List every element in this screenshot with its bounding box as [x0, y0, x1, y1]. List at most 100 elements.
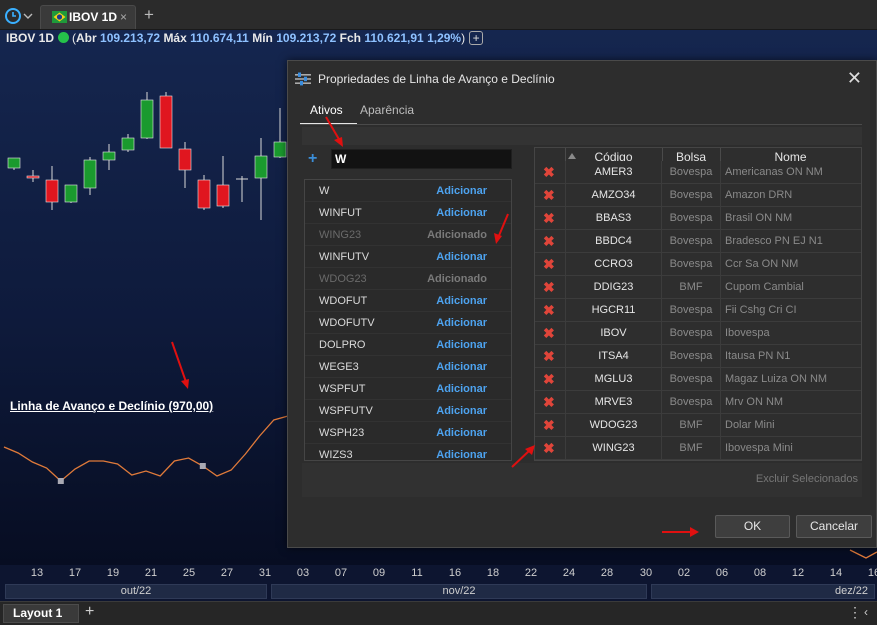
- delete-icon[interactable]: ✖: [543, 302, 555, 318]
- table-row[interactable]: ✖ WDOG23 BMF Dolar Mini: [535, 414, 861, 437]
- table-row[interactable]: ✖ MRVE3 Bovespa Mrv ON NM: [535, 391, 861, 414]
- table-row[interactable]: ✖ DDIG23 BMF Cupom Cambial: [535, 276, 861, 299]
- result-code: WINFUT: [319, 207, 362, 219]
- list-item[interactable]: WEGE3 Adicionar: [305, 356, 511, 378]
- table-row[interactable]: ✖ ITSA4 Bovespa Itausa PN N1: [535, 345, 861, 368]
- layout-tab[interactable]: Layout 1: [3, 604, 79, 623]
- max-value: 110.674,11: [190, 31, 249, 45]
- delete-icon[interactable]: ✖: [543, 187, 555, 203]
- add-button[interactable]: Adicionar: [436, 383, 487, 395]
- table-row[interactable]: ✖ HGCR11 Bovespa Fii Cshg Cri CI: [535, 299, 861, 322]
- cell-bolsa: Bovespa: [669, 235, 713, 247]
- list-item[interactable]: WINFUTV Adicionar: [305, 246, 511, 268]
- delete-icon[interactable]: ✖: [543, 210, 555, 226]
- add-button[interactable]: Adicionar: [436, 405, 487, 417]
- add-indicator-button[interactable]: +: [469, 31, 484, 45]
- axis-day-label: 08: [753, 567, 767, 579]
- chart-symbol: IBOV 1D: [6, 31, 55, 45]
- cell-codigo: IBOV: [565, 322, 662, 344]
- delete-icon[interactable]: ✖: [543, 348, 555, 364]
- delete-icon[interactable]: ✖: [543, 394, 555, 410]
- excluir-selecionados-button[interactable]: Excluir Selecionados: [756, 473, 858, 485]
- list-item[interactable]: W Adicionar: [305, 180, 511, 202]
- add-button[interactable]: Adicionar: [436, 361, 487, 373]
- cell-codigo: BBDC4: [565, 230, 662, 252]
- asset-search-input[interactable]: [331, 149, 512, 169]
- add-layout-icon[interactable]: +: [85, 603, 94, 621]
- table-row[interactable]: ✖ BBAS3 Bovespa Brasil ON NM: [535, 207, 861, 230]
- list-item[interactable]: WSPFUTV Adicionar: [305, 400, 511, 422]
- cell-bolsa: BMF: [679, 419, 703, 431]
- new-tab-icon[interactable]: +: [144, 5, 154, 25]
- list-item[interactable]: WSPFUT Adicionar: [305, 378, 511, 400]
- search-results-list[interactable]: W Adicionar WINFUT Adicionar WING23 Adicionad…: [304, 179, 512, 461]
- table-row[interactable]: ✖ AMZO34 Bovespa Amazon DRN: [535, 184, 861, 207]
- list-item[interactable]: DOLPRO Adicionar: [305, 334, 511, 356]
- assets-grid[interactable]: Código Bolsa Nome ✖ AMER3 Bovespa Americana…: [534, 147, 862, 461]
- clock-icon: [5, 8, 33, 24]
- delete-icon[interactable]: ✖: [543, 279, 555, 295]
- table-row[interactable]: ✖ IBOV Bovespa Ibovespa: [535, 322, 861, 345]
- ad-point-marker: [199, 463, 206, 469]
- tab-ibov-1d[interactable]: IBOV 1D ×: [40, 5, 136, 29]
- ok-button[interactable]: OK: [715, 515, 790, 538]
- tab-ativos[interactable]: Ativos: [310, 103, 343, 117]
- tabs-divider: [300, 124, 862, 125]
- result-code: WSPH23: [319, 427, 365, 439]
- list-item[interactable]: WING23 Adicionado: [305, 224, 511, 246]
- axis-day-label: 02: [677, 567, 691, 579]
- list-item[interactable]: WIZS3 Adicionar: [305, 444, 511, 461]
- table-row[interactable]: ✖ MGLU3 Bovespa Magaz Luiza ON NM: [535, 368, 861, 391]
- ad-point-marker: [57, 478, 64, 484]
- min-label: Mín: [252, 31, 273, 45]
- cell-codigo: CCRO3: [565, 253, 662, 275]
- delete-icon[interactable]: ✖: [543, 371, 555, 387]
- indicator-label[interactable]: Linha de Avanço e Declínio (970,00): [10, 399, 213, 413]
- cell-bolsa: Bovespa: [669, 189, 713, 201]
- add-button[interactable]: Adicionar: [436, 449, 487, 460]
- add-button[interactable]: Adicionar: [436, 207, 487, 219]
- cell-codigo: DDIG23: [565, 276, 662, 298]
- delete-icon[interactable]: ✖: [543, 164, 555, 180]
- delete-icon[interactable]: ✖: [543, 440, 555, 456]
- list-item[interactable]: WSPH23 Adicionar: [305, 422, 511, 444]
- table-row[interactable]: ✖ BBDC4 Bovespa Bradesco PN EJ N1: [535, 230, 861, 253]
- cancel-button[interactable]: Cancelar: [796, 515, 872, 538]
- month-nov: nov/22: [271, 584, 647, 599]
- cell-nome: Bradesco PN EJ N1: [720, 230, 861, 252]
- list-item[interactable]: WDOG23 Adicionado: [305, 268, 511, 290]
- add-button[interactable]: Adicionar: [436, 339, 487, 351]
- add-button[interactable]: Adicionar: [436, 317, 487, 329]
- chevron-left-icon[interactable]: ‹: [864, 605, 868, 619]
- table-row[interactable]: ✖ CCRO3 Bovespa Ccr Sa ON NM: [535, 253, 861, 276]
- table-row[interactable]: ✖ WING23 BMF Ibovespa Mini: [535, 437, 861, 460]
- tab-aparencia[interactable]: Aparência: [360, 103, 414, 117]
- close-icon[interactable]: ✕: [847, 69, 862, 87]
- list-item[interactable]: WDOFUT Adicionar: [305, 290, 511, 312]
- dialog-title: Propriedades de Linha de Avanço e Declín…: [318, 72, 555, 86]
- cell-nome: Fii Cshg Cri CI: [720, 299, 861, 321]
- delete-icon[interactable]: ✖: [543, 256, 555, 272]
- list-item[interactable]: WINFUT Adicionar: [305, 202, 511, 224]
- cell-codigo: ITSA4: [565, 345, 662, 367]
- add-button[interactable]: Adicionar: [436, 251, 487, 263]
- brazil-flag-icon: [52, 11, 67, 23]
- candle-body: [197, 179, 211, 209]
- delete-icon[interactable]: ✖: [543, 325, 555, 341]
- table-row[interactable]: ✖ AMER3 Bovespa Americanas ON NM: [535, 161, 861, 184]
- list-item[interactable]: WDOFUTV Adicionar: [305, 312, 511, 334]
- more-options-icon[interactable]: ⋮: [848, 604, 862, 621]
- delete-icon[interactable]: ✖: [543, 233, 555, 249]
- add-button[interactable]: Adicionar: [436, 185, 487, 197]
- add-button[interactable]: Adicionar: [436, 427, 487, 439]
- tab-close-icon[interactable]: ×: [120, 6, 127, 28]
- clock-menu-button[interactable]: [4, 7, 34, 25]
- cell-nome: Americanas ON NM: [720, 161, 861, 183]
- result-code: WIZS3: [319, 449, 353, 461]
- add-asset-icon[interactable]: +: [308, 150, 317, 168]
- cell-bolsa: Bovespa: [669, 212, 713, 224]
- delete-icon[interactable]: ✖: [543, 417, 555, 433]
- candle-body: [273, 141, 287, 158]
- add-button[interactable]: Adicionar: [436, 295, 487, 307]
- axis-day-label: 17: [68, 567, 82, 579]
